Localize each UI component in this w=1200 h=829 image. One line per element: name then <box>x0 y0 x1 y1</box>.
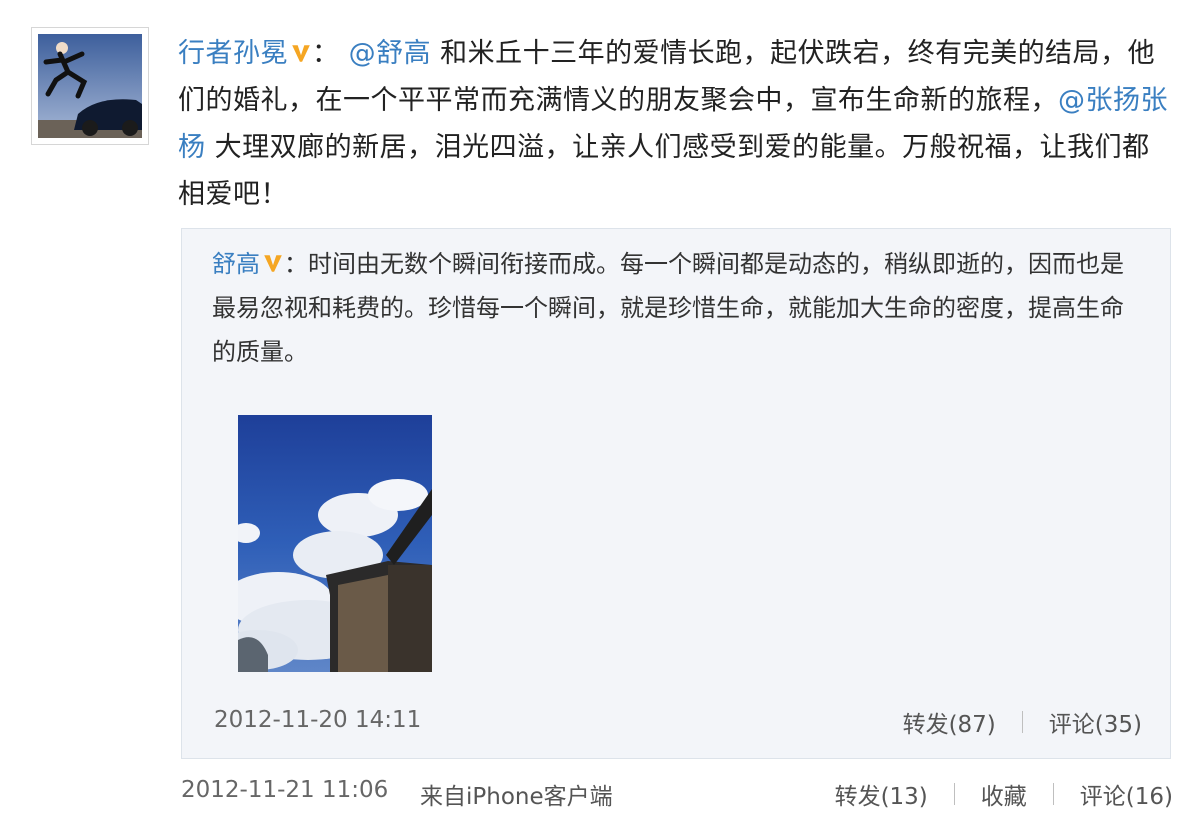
quoted-post: 舒高 ：时间由无数个瞬间衔接而成。每一个瞬间都是动态的，稍纵即逝的，因而也是最易忽… <box>181 228 1171 759</box>
author-colon: ： <box>312 38 340 69</box>
author-name[interactable]: 行者孙冕 <box>178 38 288 69</box>
quoted-author-colon: ： <box>284 250 308 278</box>
repost-link[interactable]: 转发(13) <box>835 777 928 811</box>
quoted-repost-link[interactable]: 转发(87) <box>903 705 996 739</box>
mention-link[interactable]: @舒高 <box>349 38 432 69</box>
divider <box>1052 783 1054 805</box>
divider <box>1021 711 1023 733</box>
post-text: 行者孙冕： @舒高 和米丘十三年的爱情长跑，起伏跌宕，终有完美的结局，他们的婚礼… <box>178 30 1168 218</box>
favorite-link[interactable]: 收藏 <box>981 777 1027 811</box>
quoted-photo[interactable] <box>238 415 432 672</box>
quoted-comment-link[interactable]: 评论(35) <box>1049 705 1142 739</box>
comment-link[interactable]: 评论(16) <box>1080 777 1173 811</box>
verified-v-icon <box>292 45 310 62</box>
post-actions: 转发(13) 收藏 评论(16) <box>835 777 1173 811</box>
weibo-post: 行者孙冕： @舒高 和米丘十三年的爱情长跑，起伏跌宕，终有完美的结局，他们的婚礼… <box>0 0 1200 829</box>
verified-v-icon <box>264 255 282 272</box>
quoted-body-text: 时间由无数个瞬间衔接而成。每一个瞬间都是动态的，稍纵即逝的，因而也是最易忽视和耗… <box>212 250 1124 366</box>
post-source[interactable]: 来自iPhone客户端 <box>420 777 613 811</box>
post-body-text: 大理双廊的新居，泪光四溢，让亲人们感受到爱的能量。万般祝福，让我们都相爱吧！ <box>178 132 1150 210</box>
post-timestamp[interactable]: 2012-11-21 11:06 <box>181 777 388 803</box>
quoted-post-text: 舒高 ：时间由无数个瞬间衔接而成。每一个瞬间都是动态的，稍纵即逝的，因而也是最易忽… <box>212 242 1142 374</box>
quoted-actions: 转发(87) 评论(35) <box>903 705 1142 739</box>
divider <box>953 783 955 805</box>
quoted-author-name[interactable]: 舒高 <box>212 250 260 278</box>
avatar[interactable] <box>31 27 149 145</box>
avatar-image <box>38 34 142 138</box>
quoted-timestamp[interactable]: 2012-11-20 14:11 <box>214 707 421 733</box>
